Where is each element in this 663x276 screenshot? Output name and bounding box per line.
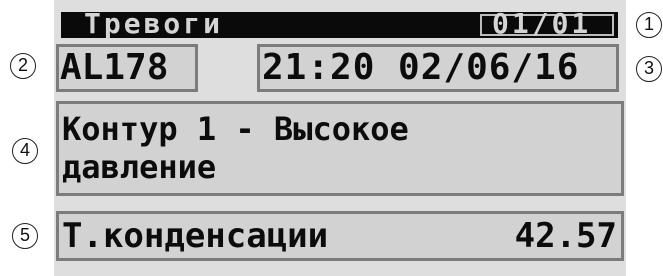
alarm-description-line2: давление [62, 148, 217, 186]
alarm-parameter-value: 42.57 [514, 216, 617, 256]
callout-1: 1 [636, 12, 662, 38]
callout-3: 3 [636, 56, 662, 82]
page-indicator: 01/01 [492, 7, 592, 40]
screen-title: Тревоги [84, 7, 224, 40]
callout-5: 5 [12, 223, 38, 249]
alarm-parameter-label: Т.конденсации [62, 216, 329, 256]
alarm-datetime: 21:20 02/06/16 [262, 47, 580, 88]
alarm-code: AL178 [60, 47, 169, 88]
callout-4: 4 [12, 138, 38, 164]
callout-2: 2 [10, 53, 36, 79]
alarm-description-line1: Контур 1 - Высокое [62, 110, 409, 148]
